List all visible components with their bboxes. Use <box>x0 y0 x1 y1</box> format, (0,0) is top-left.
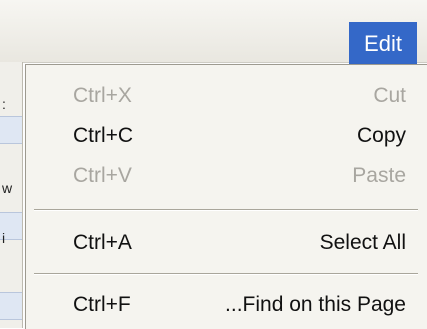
menu-separator <box>34 273 418 275</box>
menu-item-label: Select All <box>319 231 406 254</box>
shortcut-text: Ctrl+A <box>73 231 132 254</box>
menu-item-copy[interactable]: Ctrl+C Copy <box>26 115 427 155</box>
menu-item-find[interactable]: Ctrl+F ...Find on this Page <box>26 284 427 324</box>
menu-item-label: Cut <box>373 84 406 107</box>
shortcut-text: Ctrl+V <box>73 164 132 187</box>
background-window-edge: : w i <box>0 62 23 328</box>
edit-dropdown-menu: Ctrl+X Cut Ctrl+C Copy Ctrl+V Paste Ctrl… <box>25 64 427 329</box>
shortcut-text: Ctrl+C <box>73 124 134 147</box>
shortcut-text: Ctrl+X <box>73 84 132 107</box>
shortcut-text: Ctrl+F <box>73 293 131 316</box>
background-glyph: : <box>2 96 6 112</box>
menu-item-label: ...Find on this Page <box>225 293 406 316</box>
background-glyph: i <box>2 230 6 246</box>
menu-item-label: Copy <box>356 124 406 147</box>
menu-item-select-all[interactable]: Ctrl+A Select All <box>26 222 427 262</box>
background-row-band <box>0 116 22 144</box>
menu-edit[interactable]: Edit <box>349 22 417 66</box>
background-glyph: w <box>2 180 13 196</box>
menu-item-paste[interactable]: Ctrl+V Paste <box>26 155 427 195</box>
menu-item-cut[interactable]: Ctrl+X Cut <box>26 75 427 115</box>
menu-item-label: Paste <box>352 164 406 187</box>
menu-separator <box>34 209 418 211</box>
menu-bar: Edit <box>0 0 427 66</box>
background-row-band <box>0 292 22 320</box>
